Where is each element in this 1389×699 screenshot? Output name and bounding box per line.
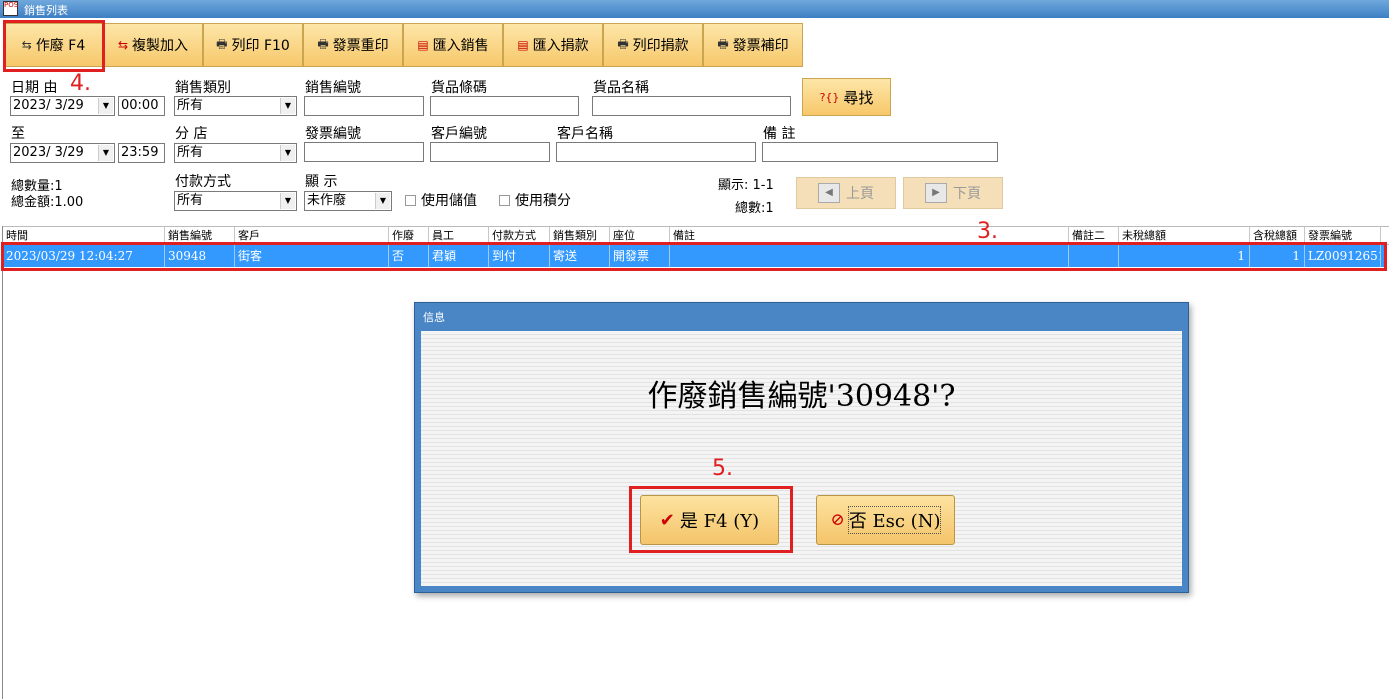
dialog-body: 作廢銷售編號'30948'? ✔ 是 F4 (Y) ⊘ 否 Esc (N) [421,331,1182,586]
prev-page-label: 上頁 [846,186,874,202]
payment-label: 付款方式 [175,174,231,190]
display-label: 顯 示 [305,174,338,190]
window-title: 銷售列表 [24,4,68,17]
copy-add-button[interactable]: ⇆ 複製加入 [103,23,203,67]
invoice-no-input[interactable] [304,142,424,162]
customer-no-input[interactable] [430,142,550,162]
date-from-picker[interactable]: 2023/ 3/29 ▼ [10,96,115,116]
printer-icon: 🖶 [216,36,228,51]
customer-name-label: 客戶名稱 [557,126,613,142]
date-to-label: 至 [11,126,25,142]
invoice-no-label: 發票編號 [305,126,361,142]
title-bar: POS 銷售列表 [0,0,1389,18]
display-value: 未作廢 [307,193,347,208]
import-sales-button[interactable]: ▤ 匯入銷售 [403,23,503,67]
payment-value: 所有 [177,193,204,208]
use-stored-value-checkbox[interactable] [405,195,416,206]
cancel-icon: ⊘ [830,510,845,530]
annotation-step4: 4. [70,71,91,96]
branch-label: 分 店 [175,126,208,142]
import-icon: ▤ [417,38,429,52]
print-donation-button[interactable]: 🖶 列印捐款 [603,23,703,67]
printer-icon: 🖶 [317,36,329,51]
time-from-field[interactable]: 00:00 [118,96,165,116]
use-stored-value-label: 使用儲值 [421,193,477,209]
grid-left-border [2,226,3,699]
date-to-value: 2023/ 3/29 [13,145,84,160]
confirm-no-label: 否 Esc (N) [847,506,942,534]
remark-label: 備 註 [763,126,796,142]
next-page-label: 下頁 [953,186,981,202]
chevron-down-icon[interactable]: ▼ [98,98,113,114]
chevron-down-icon[interactable]: ▼ [375,193,390,209]
chevron-down-icon[interactable]: ▼ [98,145,113,161]
total-count: 總數:1 [735,201,774,216]
branch-select[interactable]: 所有 ▼ [174,143,297,163]
payment-select[interactable]: 所有 ▼ [174,191,297,211]
search-button[interactable]: ?{} 尋找 [802,78,891,116]
printer-icon: 🖶 [617,36,629,51]
date-from-label: 日期 由 [11,80,58,96]
customer-name-input[interactable] [556,142,756,162]
branch-value: 所有 [177,145,204,160]
annotation-box-step4 [3,20,105,72]
sale-no-input[interactable] [304,96,424,116]
product-name-input[interactable] [592,96,791,116]
barcode-label: 貨品條碼 [431,80,487,96]
annotation-box-step3 [1,242,1387,271]
sale-no-label: 銷售編號 [305,80,361,96]
import-sales-button-label: 匯入銷售 [432,38,489,54]
customer-no-label: 客戶編號 [431,126,487,142]
print-button-label: 列印 F10 [231,38,290,54]
date-from-value: 2023/ 3/29 [13,98,84,113]
remark-input[interactable] [762,142,998,162]
display-select[interactable]: 未作廢 ▼ [304,191,392,211]
app-icon: POS [3,1,18,16]
annotation-step5: 5. [712,456,733,481]
copy-add-button-label: 複製加入 [132,38,189,54]
printer-icon: 🖶 [717,36,729,51]
use-points-checkbox[interactable] [499,195,510,206]
copy-add-icon: ⇆ [117,38,129,52]
sale-type-select[interactable]: 所有 ▼ [174,96,297,116]
invoice-reprint-button[interactable]: 🖶 發票重印 [303,23,403,67]
chevron-right-icon: ▶ [925,183,947,203]
dialog-message: 作廢銷售編號'30948'? [647,379,956,414]
chevron-down-icon[interactable]: ▼ [280,145,295,161]
shown-range: 顯示: 1-1 [718,178,774,193]
confirm-dialog: 信息 作廢銷售編號'30948'? ✔ 是 F4 (Y) ⊘ 否 Esc (N) [414,302,1189,593]
next-page-button[interactable]: ▶ 下頁 [903,177,1003,209]
use-points-label: 使用積分 [515,193,571,209]
search-icon: ?{} [819,90,840,104]
sale-type-label: 銷售類別 [175,80,231,96]
print-donation-button-label: 列印捐款 [632,38,689,54]
confirm-no-button[interactable]: ⊘ 否 Esc (N) [816,495,955,545]
sale-type-value: 所有 [177,98,204,113]
annotation-box-step5 [629,486,793,553]
total-amount: 總金額:1.00 [11,195,84,210]
annotation-step3: 3. [977,219,998,244]
product-name-label: 貨品名稱 [593,80,649,96]
date-to-picker[interactable]: 2023/ 3/29 ▼ [10,143,115,163]
dialog-title: 信息 [423,311,445,324]
import-donation-button[interactable]: ▤ 匯入捐款 [503,23,603,67]
chevron-down-icon[interactable]: ▼ [280,98,295,114]
toolbar: ⇆ 作廢 F4 ⇆ 複製加入 🖶 列印 F10 🖶 發票重印 ▤ 匯入銷售 ▤ 匯入捐款 🖶… [0,18,1389,74]
import-donation-button-label: 匯入捐款 [532,38,589,54]
invoice-reprint-button-label: 發票重印 [332,38,389,54]
invoice-print-button-label: 發票補印 [732,38,789,54]
search-button-label: 尋找 [843,88,874,107]
prev-page-button[interactable]: ◀ 上頁 [796,177,896,209]
time-to-field[interactable]: 23:59 [118,143,165,163]
chevron-down-icon[interactable]: ▼ [280,193,295,209]
import-icon: ▤ [517,38,529,52]
print-button[interactable]: 🖶 列印 F10 [203,23,303,67]
chevron-left-icon: ◀ [818,183,840,203]
invoice-print-button[interactable]: 🖶 發票補印 [703,23,803,67]
barcode-input[interactable] [430,96,579,116]
